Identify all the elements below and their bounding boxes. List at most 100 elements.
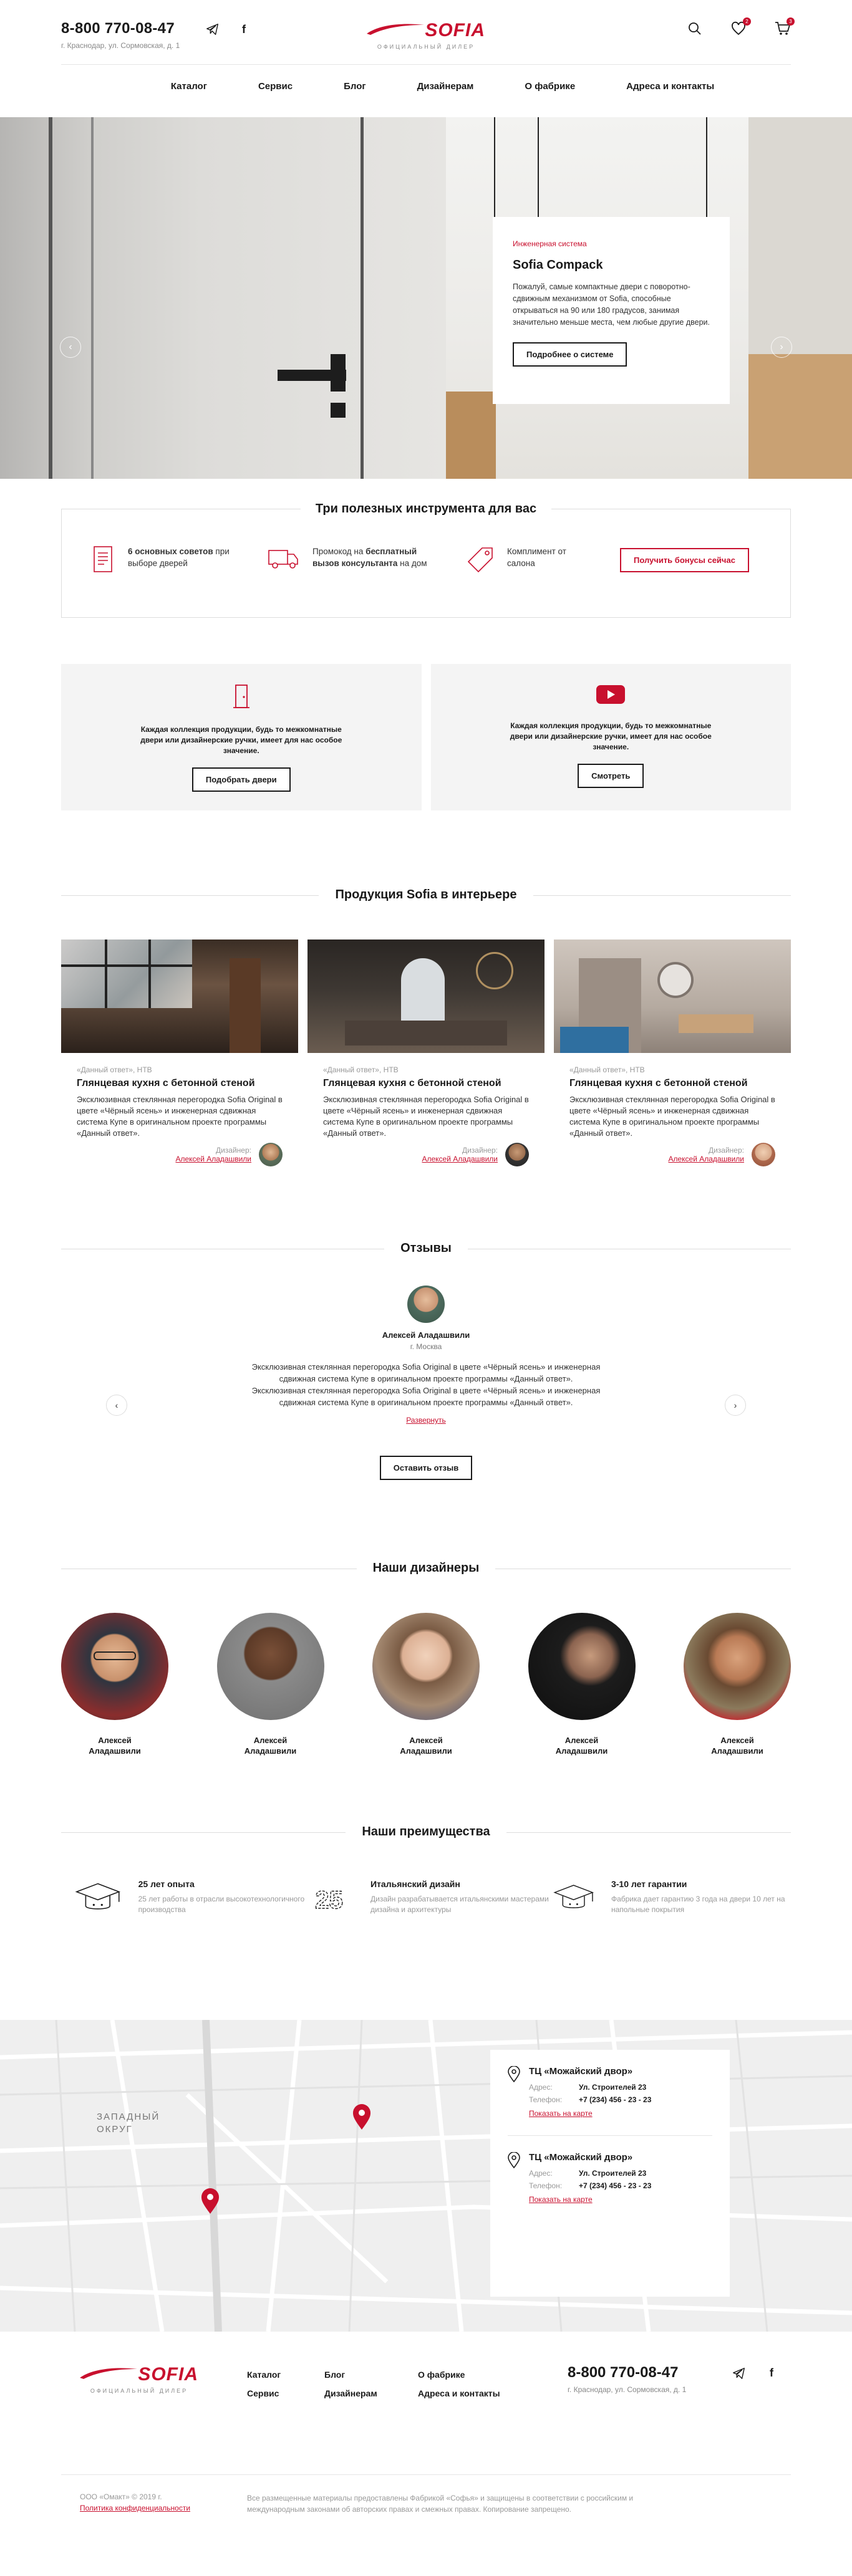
designer-photo[interactable] bbox=[684, 1613, 791, 1720]
facebook-icon[interactable]: f bbox=[770, 2367, 773, 2380]
privacy-policy-link[interactable]: Политика конфиденциальности bbox=[80, 2504, 190, 2512]
show-on-map-link[interactable]: Показать на карте bbox=[529, 2195, 593, 2204]
nav-item-service[interactable]: Сервис bbox=[258, 65, 293, 117]
advantage-item: 25 лет опыта 25 лет работы в отрасли высо… bbox=[74, 1877, 312, 1920]
hero-title: Sofia Compack bbox=[513, 258, 603, 272]
section-title: Наши преимущества bbox=[61, 1825, 791, 1839]
watch-button[interactable]: Смотреть bbox=[578, 764, 644, 788]
map-pin-icon[interactable] bbox=[352, 2104, 371, 2130]
footer-link-designers[interactable]: Дизайнерам bbox=[324, 2384, 377, 2403]
door-icon bbox=[233, 685, 249, 708]
anniversary-25-icon: 25 bbox=[315, 1885, 344, 1914]
footer-link-service[interactable]: Сервис bbox=[247, 2384, 281, 2403]
divider bbox=[508, 2135, 712, 2136]
designer-first-name: Алексей bbox=[720, 1736, 754, 1745]
advantage-text: 25 лет работы в отрасли высокотехнологич… bbox=[138, 1895, 305, 1914]
designer-photo[interactable] bbox=[61, 1613, 168, 1720]
products-title: Продукция Sofia в интерьере bbox=[319, 888, 533, 901]
footer-address: г. Краснодар, ул. Сормовская, д. 1 bbox=[568, 2385, 687, 2394]
header-address: г. Краснодар, ул. Сормовская, д. 1 bbox=[61, 41, 180, 50]
product-title[interactable]: Глянцевая кухня с бетонной стеной bbox=[569, 1078, 775, 1089]
designer-label: Дизайнер: bbox=[215, 1146, 251, 1155]
designer-photo[interactable] bbox=[372, 1613, 480, 1720]
store-phone[interactable]: +7 (234) 456 - 23 - 23 bbox=[579, 2181, 651, 2190]
designer-avatar bbox=[505, 1143, 529, 1166]
advantage-title: 25 лет опыта bbox=[138, 1879, 195, 1889]
search-icon[interactable] bbox=[687, 21, 704, 37]
wishlist-icon[interactable]: 2 bbox=[731, 17, 751, 37]
designer-link[interactable]: Алексей Аладашвили bbox=[422, 1155, 498, 1163]
designer-photo[interactable] bbox=[528, 1613, 636, 1720]
door-frame-left bbox=[49, 117, 52, 479]
designer-card[interactable]: Алексей Аладашвили bbox=[61, 1613, 168, 1756]
tool-promo[interactable]: Промокод на бесплатный вызов консультант… bbox=[268, 545, 442, 570]
review-expand-link[interactable]: Развернуть bbox=[61, 1416, 791, 1425]
copyright-text: ООО «Омакт» © 2019 г. bbox=[80, 2492, 162, 2501]
product-image[interactable] bbox=[554, 940, 791, 1053]
designers-title: Наши дизайнеры bbox=[356, 1561, 496, 1575]
site-logo[interactable]: SOFIA ОФИЦИАЛЬНЫЙ ДИЛЕР bbox=[367, 19, 485, 50]
map-pin-icon[interactable] bbox=[201, 2188, 220, 2214]
footer-link-contacts[interactable]: Адреса и контакты bbox=[418, 2384, 500, 2403]
footer-col-2: Блог Дизайнерам bbox=[324, 2365, 377, 2403]
address-label: Адрес: bbox=[529, 2083, 553, 2092]
get-bonus-button[interactable]: Получить бонусы сейчас bbox=[620, 548, 749, 572]
product-title[interactable]: Глянцевая кухня с бетонной стеной bbox=[323, 1078, 529, 1089]
reviews-next-arrow[interactable]: › bbox=[725, 1395, 746, 1416]
product-image[interactable] bbox=[61, 940, 298, 1053]
header-phone[interactable]: 8-800 770-08-47 bbox=[61, 20, 175, 37]
nav-item-blog[interactable]: Блог bbox=[344, 65, 366, 117]
section-title: Продукция Sofia в интерьере bbox=[61, 888, 791, 902]
copyright-bar: ООО «Омакт» © 2019 г. Политика конфиденц… bbox=[61, 2475, 791, 2534]
graduation-cap-icon bbox=[553, 1885, 594, 1908]
contacts-map[interactable]: ЗАПАДНЫЙ ОКРУГ ТЦ «Можайский двор» Адрес… bbox=[0, 2020, 852, 2332]
hero-details-button[interactable]: Подробнее о системе bbox=[513, 342, 627, 367]
telegram-icon[interactable] bbox=[206, 22, 220, 36]
hero-prev-arrow[interactable]: ‹ bbox=[60, 337, 81, 358]
cart-icon[interactable]: 3 bbox=[775, 17, 795, 37]
nav-item-factory[interactable]: О фабрике bbox=[525, 65, 575, 117]
product-image[interactable] bbox=[307, 940, 545, 1053]
designer-link[interactable]: Алексей Аладашвили bbox=[668, 1155, 744, 1163]
product-card[interactable]: «Данный ответ», НТВ Глянцевая кухня с бе… bbox=[554, 940, 791, 1166]
svg-text:25: 25 bbox=[315, 1886, 343, 1914]
footer-link-blog[interactable]: Блог bbox=[324, 2365, 377, 2384]
choose-doors-button[interactable]: Подобрать двери bbox=[191, 767, 291, 792]
store-phone[interactable]: +7 (234) 456 - 23 - 23 bbox=[579, 2095, 651, 2104]
facebook-icon[interactable]: f bbox=[242, 22, 256, 36]
tool-compliment[interactable]: Комплимент от салона bbox=[467, 545, 592, 573]
advantage-text: Дизайн разрабатывается итальянскими маст… bbox=[370, 1895, 549, 1914]
hero-next-arrow[interactable]: › bbox=[771, 337, 792, 358]
product-card[interactable]: «Данный ответ», НТВ Глянцевая кухня с бе… bbox=[307, 940, 545, 1166]
footer-col-1: Каталог Сервис bbox=[247, 2365, 281, 2403]
designer-card[interactable]: Алексей Аладашвили bbox=[216, 1613, 324, 1756]
advantages-section: Наши преимущества 25 лет опыта 25 лет раб… bbox=[61, 1825, 791, 1920]
footer-link-catalog[interactable]: Каталог bbox=[247, 2365, 281, 2384]
phone-label: Телефон: bbox=[529, 2181, 563, 2190]
reviews-prev-arrow[interactable]: ‹ bbox=[106, 1395, 127, 1416]
designer-photo[interactable] bbox=[216, 1613, 324, 1720]
designer-link[interactable]: Алексей Аладашвили bbox=[175, 1155, 251, 1163]
designer-card[interactable]: Алексей Аладашвили bbox=[372, 1613, 480, 1756]
tool-tips[interactable]: 6 основных советов при выборе дверей bbox=[92, 545, 248, 574]
designer-card[interactable]: Алексей Аладашвили bbox=[528, 1613, 636, 1756]
promo-box-doors: Каждая коллекция продукции, будь то межк… bbox=[61, 664, 422, 810]
leave-review-button[interactable]: Оставить отзыв bbox=[379, 1456, 473, 1480]
nav-item-designers[interactable]: Дизайнерам bbox=[417, 65, 474, 117]
footer-link-factory[interactable]: О фабрике bbox=[418, 2365, 500, 2384]
review-text: Эксклюзивная стеклянная перегородка Sofi… bbox=[251, 1362, 601, 1407]
nav-item-catalog[interactable]: Каталог bbox=[171, 65, 207, 117]
telegram-icon[interactable] bbox=[732, 2367, 746, 2383]
show-on-map-link[interactable]: Показать на карте bbox=[529, 2109, 593, 2118]
designer-card[interactable]: Алексей Аладашвили bbox=[684, 1613, 791, 1756]
promo-box-video: Каждая коллекция продукции, будь то межк… bbox=[430, 664, 791, 810]
footer-phone[interactable]: 8-800 770-08-47 bbox=[568, 2364, 678, 2381]
footer-logo[interactable]: SOFIA ОФИЦИАЛЬНЫЙ ДИЛЕР bbox=[80, 2363, 198, 2394]
logo-subtitle: ОФИЦИАЛЬНЫЙ ДИЛЕР bbox=[90, 2388, 188, 2394]
nav-item-contacts[interactable]: Адреса и контакты bbox=[626, 65, 714, 117]
product-title[interactable]: Глянцевая кухня с бетонной стеной bbox=[77, 1078, 283, 1089]
logo-wordmark: SOFIA bbox=[138, 2364, 198, 2385]
hero-text: Пожалуй, самые компактные двери с поворо… bbox=[513, 282, 710, 327]
section-title: Отзывы bbox=[61, 1241, 791, 1256]
product-card[interactable]: «Данный ответ», НТВ Глянцевая кухня с бе… bbox=[61, 940, 298, 1166]
